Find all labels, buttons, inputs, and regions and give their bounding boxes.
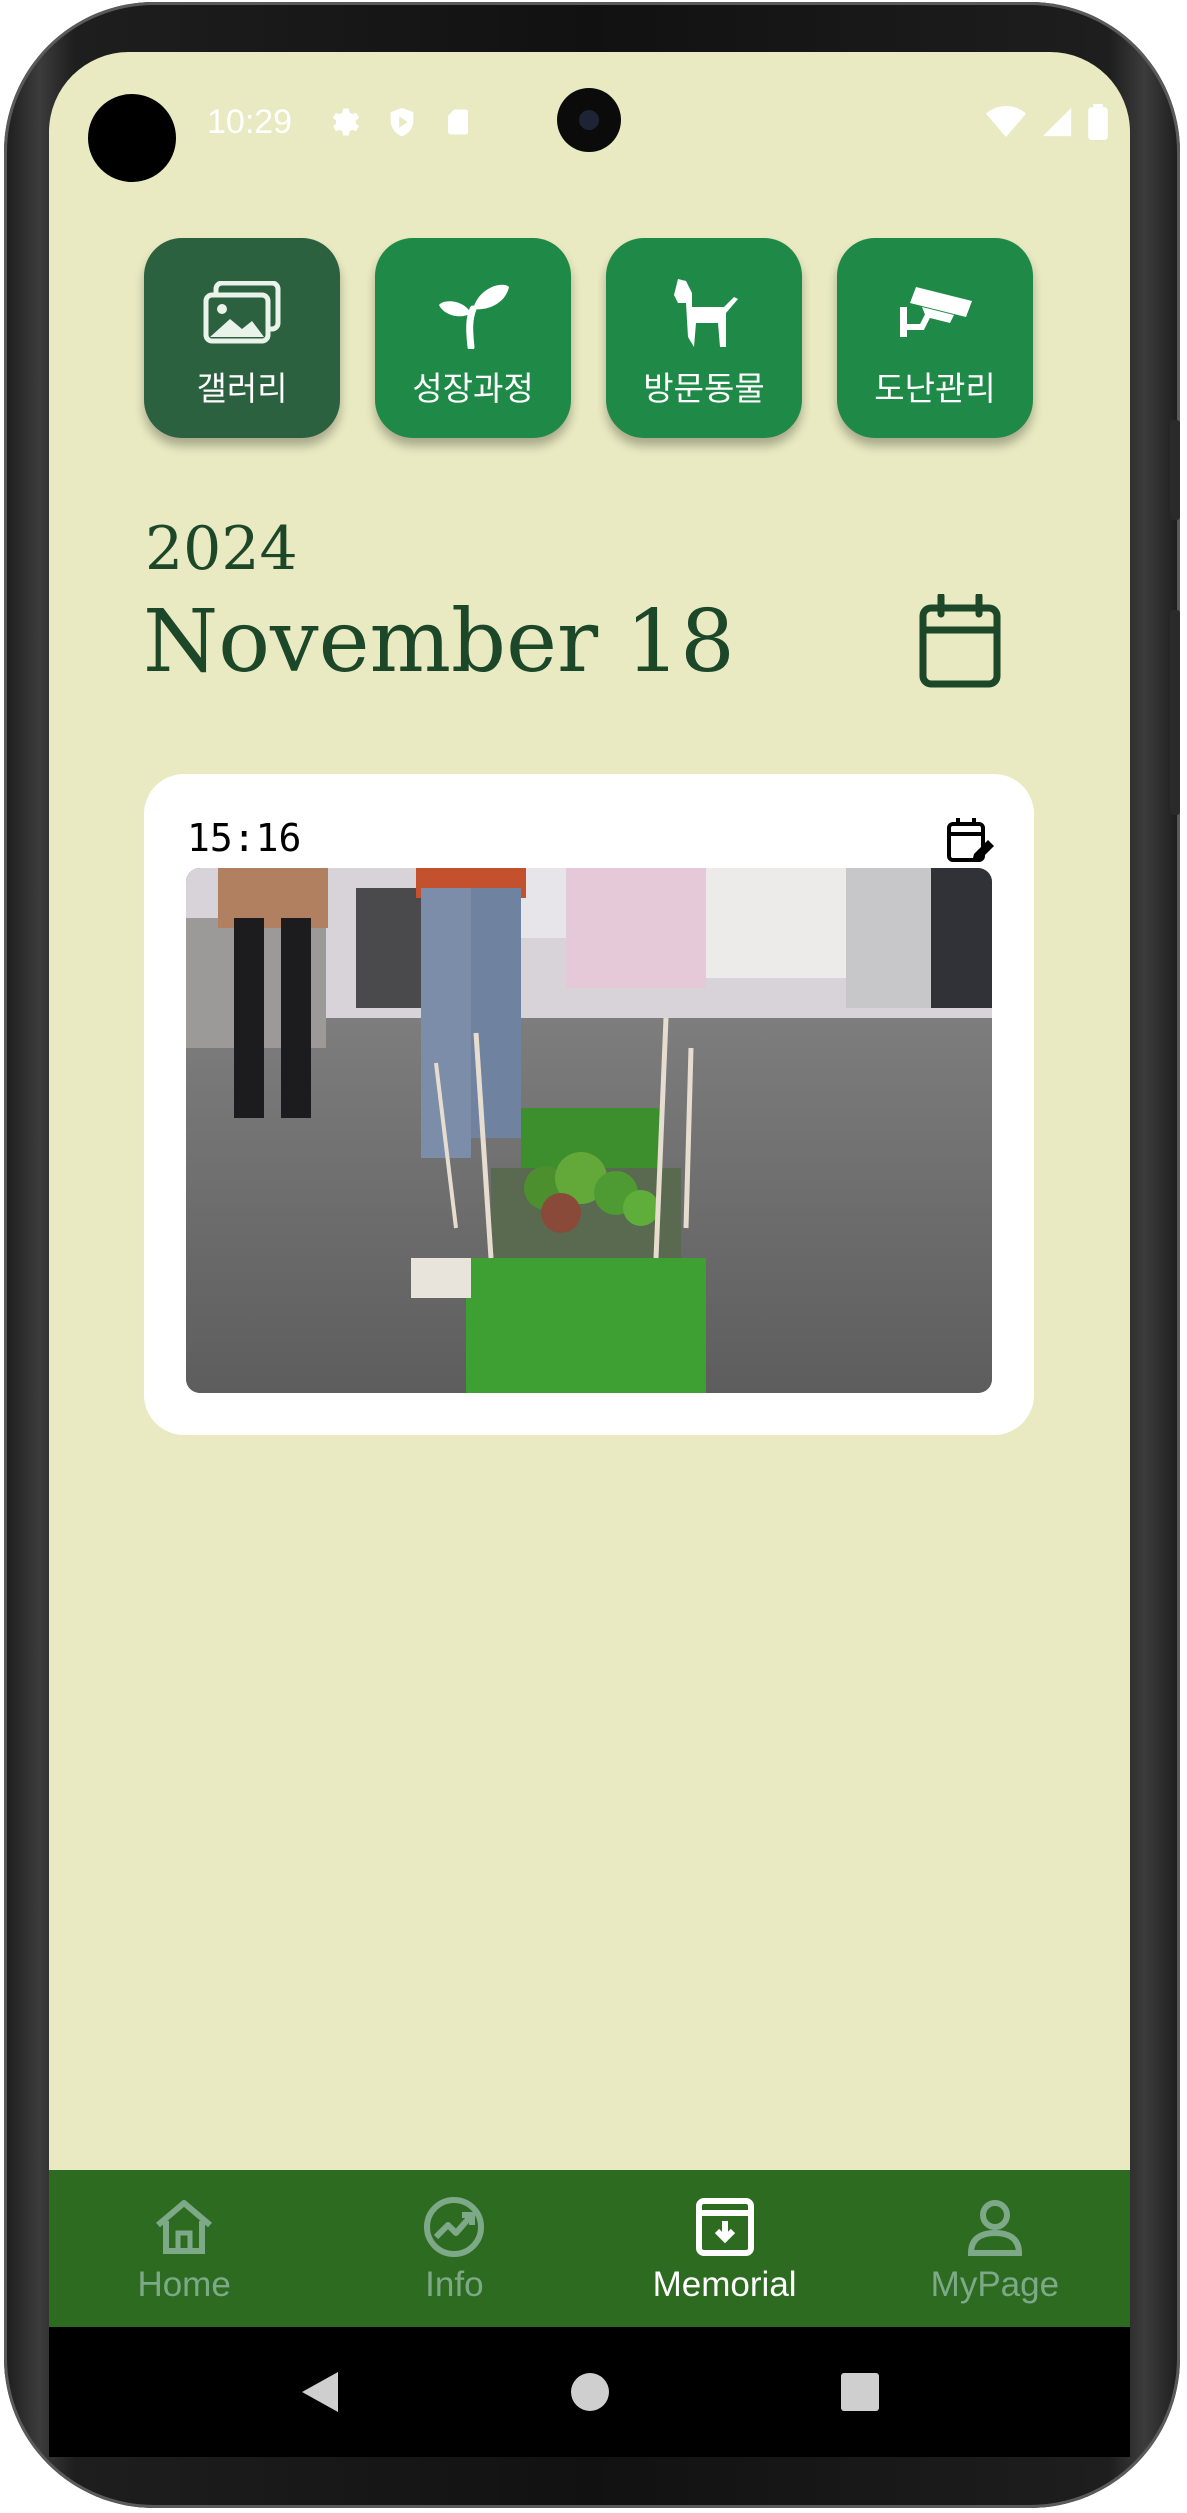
recents-icon[interactable] (840, 2372, 880, 2412)
punch-hole (88, 94, 176, 182)
power-button (1170, 610, 1180, 815)
volume-button (1170, 420, 1180, 520)
dog-icon (659, 278, 749, 348)
sd-card-icon (448, 109, 468, 135)
entry-photo[interactable] (186, 868, 992, 1393)
tile-label: 도난관리 (874, 369, 996, 408)
tile-gallery[interactable]: 갤러리 (144, 238, 340, 438)
calendar-button[interactable] (915, 592, 1005, 690)
home-icon (156, 2200, 213, 2254)
sprout-icon (428, 278, 518, 349)
nav-info[interactable]: Info (319, 2170, 589, 2327)
status-icons-left (325, 104, 473, 140)
settings-icon (332, 108, 360, 136)
nav-memorial[interactable]: Memorial (590, 2170, 860, 2327)
wifi-icon (986, 106, 1026, 137)
person-icon (967, 2200, 1022, 2256)
shield-icon (390, 107, 414, 137)
tile-theft[interactable]: 도난관리 (837, 238, 1033, 438)
nav-label: Home (137, 2265, 231, 2304)
signal-icon (1042, 107, 1072, 137)
gallery-icon (197, 278, 287, 348)
battery-icon (1088, 104, 1108, 140)
nav-label: MyPage (930, 2265, 1060, 2304)
memorial-card[interactable]: 15:16 (144, 774, 1034, 1435)
chart-icon (424, 2197, 485, 2257)
tile-label: 방문동물 (643, 369, 765, 408)
calendar-edit-icon (947, 818, 994, 862)
date-label: November 18 (143, 592, 735, 692)
app-screen: 10:29 갤러리 성장과정 방문동물 도난관리 2024 November 1… (49, 52, 1130, 2327)
bottom-nav: Home Info Memorial MyPage (49, 2170, 1130, 2327)
nav-label: Memorial (652, 2265, 797, 2304)
tile-growth[interactable]: 성장과정 (375, 238, 571, 438)
back-icon[interactable] (300, 2370, 340, 2414)
year-label: 2024 (145, 514, 298, 584)
tile-animals[interactable]: 방문동물 (606, 238, 802, 438)
planter-photo (186, 868, 992, 1393)
status-icons-right (986, 104, 1108, 140)
nav-mypage[interactable]: MyPage (860, 2170, 1130, 2327)
home-circle-icon[interactable] (570, 2372, 610, 2412)
category-tiles: 갤러리 성장과정 방문동물 도난관리 (144, 238, 1033, 438)
nav-label: Info (425, 2265, 484, 2304)
status-time: 10:29 (207, 103, 293, 141)
cctv-icon (890, 278, 980, 348)
nav-home[interactable]: Home (49, 2170, 319, 2327)
edit-date-button[interactable] (946, 816, 994, 866)
entry-time: 15:16 (187, 816, 302, 860)
system-nav-bar (49, 2327, 1130, 2457)
tile-label: 갤러리 (196, 369, 288, 408)
archive-icon (695, 2198, 754, 2256)
calendar-icon (919, 592, 1001, 688)
tile-label: 성장과정 (412, 369, 534, 408)
front-camera (557, 88, 621, 152)
